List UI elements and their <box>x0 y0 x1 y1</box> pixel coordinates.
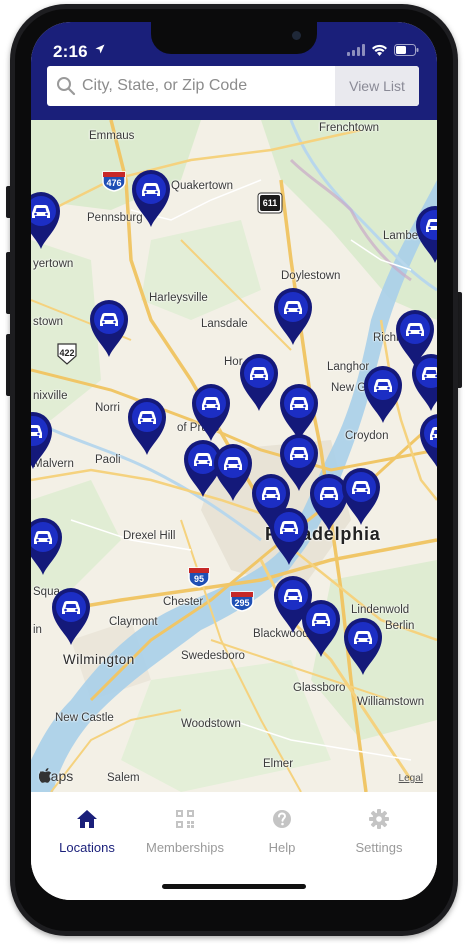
search-input[interactable] <box>76 66 335 106</box>
location-arrow-icon <box>95 44 105 57</box>
map-label-claymont: Claymont <box>109 616 158 628</box>
interstate-295-shield: 295 <box>229 590 255 612</box>
us-422-shield: 422 <box>55 342 79 366</box>
map-label-williamstown: Williamstown <box>357 696 425 708</box>
location-pin[interactable] <box>413 204 437 264</box>
tab-settings-label: Settings <box>355 840 403 855</box>
tab-help-label: Help <box>268 840 296 855</box>
car-wash-pin-icon <box>364 366 402 423</box>
car-wash-pin-icon <box>420 414 437 467</box>
view-list-button[interactable]: View List <box>335 66 419 106</box>
map-label-berlin: Berlin <box>385 620 415 632</box>
car-wash-pin-icon <box>132 170 170 227</box>
help-icon <box>273 810 291 828</box>
bottom-tab-bar: Locations Memberships Help Settings <box>31 792 437 900</box>
status-time: 2:16 <box>53 42 88 61</box>
wifi-icon <box>372 44 387 56</box>
apple-logo-icon <box>39 768 52 783</box>
interstate-95-shield: 95 <box>187 566 211 588</box>
car-wash-pin-icon <box>90 300 128 357</box>
map-label-stown: stown <box>33 316 64 328</box>
gear-icon <box>369 809 389 829</box>
location-pin[interactable] <box>341 616 385 676</box>
signal-icon <box>347 44 365 56</box>
car-wash-pin-icon <box>344 618 382 675</box>
map-label-wilmington: Wilmington <box>63 652 135 667</box>
location-pin[interactable] <box>417 412 437 472</box>
car-wash-pin-icon <box>192 384 230 441</box>
front-camera <box>292 31 301 40</box>
car-wash-pin-icon <box>31 412 52 469</box>
location-pin[interactable] <box>49 586 93 646</box>
car-wash-pin-icon <box>412 354 437 411</box>
map-label-nixville: nixville <box>33 390 68 402</box>
car-wash-pin-icon <box>52 588 90 645</box>
home-icon <box>77 810 97 828</box>
status-icons <box>347 44 419 56</box>
device-notch <box>151 22 317 54</box>
tab-memberships-label: Memberships <box>145 840 225 855</box>
search-icon <box>57 77 76 96</box>
home-indicator <box>162 884 306 889</box>
location-pin[interactable] <box>125 396 169 456</box>
location-pin[interactable] <box>339 466 383 526</box>
map-label-doylestown: Doylestown <box>281 270 341 282</box>
car-wash-pin-icon <box>240 354 278 411</box>
map-view[interactable]: Frenchtown Emmaus Quakertown Pennsburg L… <box>31 120 437 792</box>
location-pin[interactable] <box>189 382 233 442</box>
location-pin[interactable] <box>409 352 437 412</box>
interstate-476-shield: 476 <box>101 170 127 192</box>
car-wash-pin-icon <box>270 508 308 565</box>
map-label-newcastle: New Castle <box>55 712 114 724</box>
map-label-elmer: Elmer <box>263 758 294 770</box>
map-label-paoli: Paoli <box>95 454 121 466</box>
map-label-quakertown: Quakertown <box>171 180 234 192</box>
map-label-woodstown: Woodstown <box>181 718 241 730</box>
app-header: 2:16 View List <box>31 22 437 120</box>
map-label-norri: Norri <box>95 402 120 414</box>
map-label-yertown: yertown <box>33 258 74 270</box>
location-pin[interactable] <box>299 598 343 658</box>
car-wash-pin-icon <box>274 288 312 345</box>
map-label-glassboro: Glassboro <box>293 682 346 694</box>
map-label-lindenwold: Lindenwold <box>351 604 410 616</box>
search-bar: View List <box>47 66 419 106</box>
map-label-swedesboro: Swedesboro <box>181 650 245 662</box>
tab-help[interactable]: Help <box>232 808 332 855</box>
us-611-shield: 611 <box>257 192 283 214</box>
location-pin[interactable] <box>237 352 281 412</box>
map-label-salem: Salem <box>107 772 140 784</box>
location-pin[interactable] <box>31 190 63 250</box>
location-pin[interactable] <box>87 298 131 358</box>
map-label-frenchtown: Frenchtown <box>319 122 380 134</box>
app-screen: Frenchtown Emmaus Quakertown Pennsburg L… <box>31 22 437 900</box>
location-pin[interactable] <box>31 410 55 470</box>
location-pin[interactable] <box>267 506 311 566</box>
battery-icon <box>394 44 419 56</box>
car-wash-pin-icon <box>31 192 60 249</box>
qr-code-icon <box>176 810 194 828</box>
map-label-drexelhill: Drexel Hill <box>123 530 176 542</box>
map-label-chester: Chester <box>163 596 204 608</box>
location-pin[interactable] <box>361 364 405 424</box>
car-wash-pin-icon <box>302 600 340 657</box>
car-wash-pin-icon <box>342 468 380 525</box>
car-wash-pin-icon <box>128 398 166 455</box>
map-label-in: in <box>33 624 42 636</box>
legal-link[interactable]: Legal <box>399 773 423 784</box>
location-pin[interactable] <box>129 168 173 228</box>
location-pin[interactable] <box>31 516 65 576</box>
car-wash-pin-icon <box>416 206 437 263</box>
map-label-lansdale: Lansdale <box>201 318 248 330</box>
map-label-harleysville: Harleysville <box>149 292 208 304</box>
map-label-emmaus: Emmaus <box>89 130 135 142</box>
tab-locations-label: Locations <box>59 840 115 855</box>
car-wash-pin-icon <box>31 518 62 575</box>
apple-maps-attribution[interactable]: Maps <box>39 768 73 784</box>
map-label-croydon: Croydon <box>345 430 389 442</box>
location-pin[interactable] <box>271 286 315 346</box>
tab-settings[interactable]: Settings <box>329 808 429 855</box>
tab-memberships[interactable]: Memberships <box>135 808 235 855</box>
tab-locations[interactable]: Locations <box>37 808 137 855</box>
